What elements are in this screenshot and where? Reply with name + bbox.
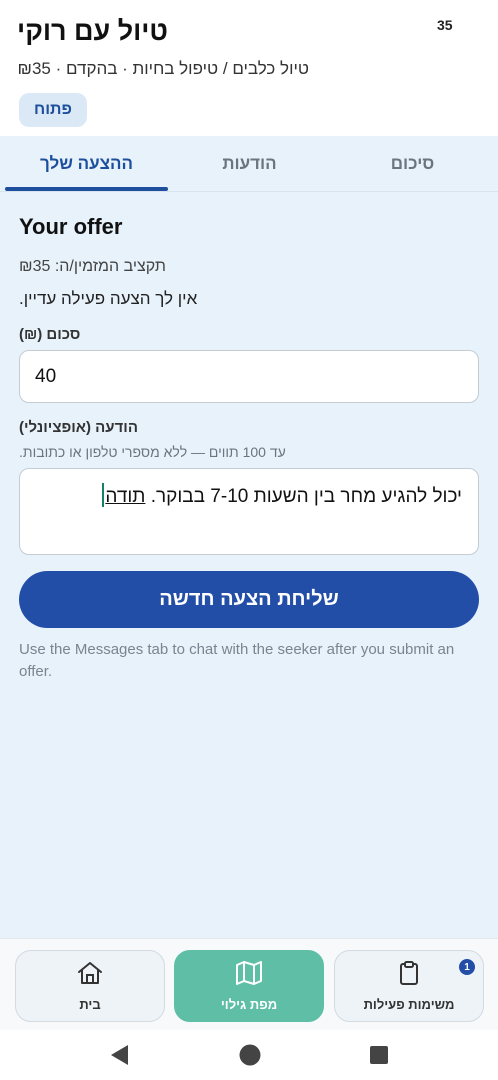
- message-last-word: תודה: [105, 486, 146, 507]
- message-input[interactable]: יכול להגיע מחר בין השעות 7-10 בבוקר. תוד…: [19, 468, 479, 555]
- system-navigation-bar: [0, 1030, 498, 1080]
- notification-badge: 1: [459, 959, 475, 975]
- job-subtitle: טיול כלבים / טיפול בחיות · בהקדם · ₪35: [17, 59, 309, 78]
- nav-discovery-map-label: מפת גילוי: [220, 997, 278, 1012]
- nav-discovery-map[interactable]: מפת גילוי: [174, 950, 324, 1022]
- tab-your-offer[interactable]: ההצעה שלך: [5, 136, 168, 192]
- home-circle-icon[interactable]: [238, 1043, 262, 1072]
- nav-home[interactable]: בית: [15, 950, 165, 1022]
- map-icon: [235, 960, 263, 991]
- recents-icon[interactable]: [368, 1043, 390, 1072]
- clipboard-icon: [397, 960, 421, 991]
- message-hint: עד 100 תווים — ללא מספרי טלפון או כתובות…: [19, 444, 286, 460]
- messages-tab-hint: Use the Messages tab to chat with the se…: [19, 641, 455, 680]
- tab-summary[interactable]: סיכום: [331, 136, 494, 192]
- message-label: הודעה (אופציונלי): [19, 419, 138, 436]
- amount-label: סכום (₪): [19, 326, 81, 343]
- job-title: טיול עם רוקי: [17, 16, 168, 46]
- back-icon[interactable]: [108, 1043, 130, 1072]
- nav-home-label: בית: [79, 997, 101, 1012]
- tab-messages[interactable]: הודעות: [168, 136, 331, 192]
- title-count: 35: [437, 17, 453, 33]
- no-active-offer-text: אין לך הצעה פעילה עדיין.: [19, 289, 198, 308]
- amount-input[interactable]: [19, 350, 479, 403]
- message-text: יכול להגיע מחר בין השעות 7-10 בבוקר.: [150, 486, 462, 507]
- bottom-navigation: משימות פעילות 1 מפת גילוי בית: [0, 938, 498, 1030]
- nav-active-tasks[interactable]: משימות פעילות 1: [334, 950, 484, 1022]
- offer-heading: Your offer: [19, 214, 123, 239]
- home-icon: [76, 960, 104, 991]
- status-badge: פתוח: [19, 93, 87, 127]
- tab-bar: ההצעה שלך הודעות סיכום: [0, 136, 498, 192]
- nav-active-tasks-label: משימות פעילות: [363, 997, 455, 1012]
- main-content: ההצעה שלך הודעות סיכום Your offer תקציב …: [0, 136, 498, 938]
- budget-text: תקציב המזמין/ה: ₪35: [19, 258, 166, 275]
- job-header: טיול עם רוקי 35 טיול כלבים / טיפול בחיות…: [0, 0, 498, 136]
- submit-offer-button[interactable]: שליחת הצעה חדשה: [19, 571, 479, 628]
- active-tab-indicator: [5, 187, 168, 191]
